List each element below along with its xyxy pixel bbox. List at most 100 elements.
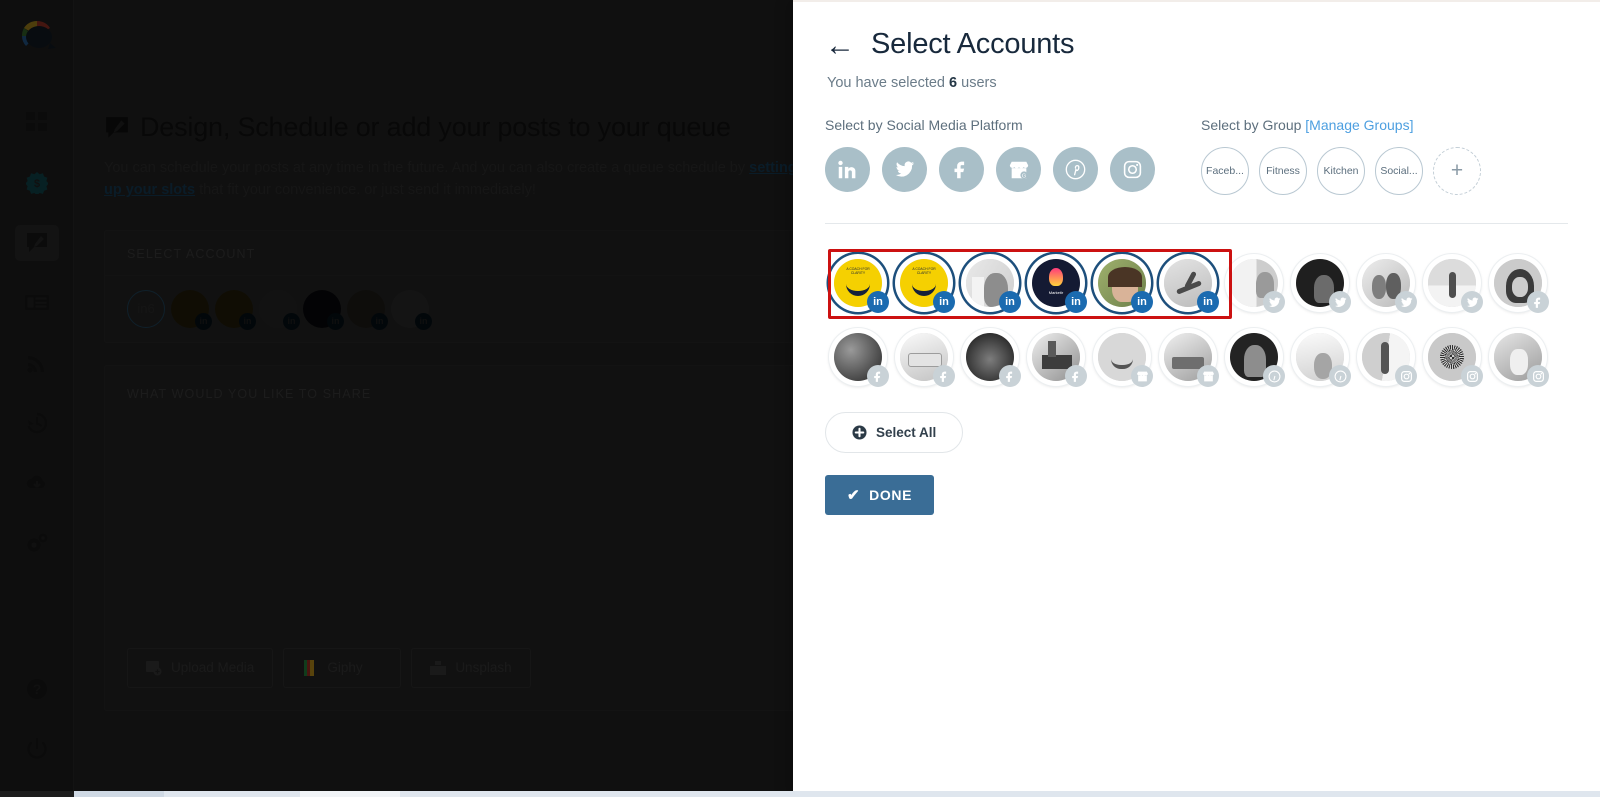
linkedin-icon xyxy=(838,160,856,179)
section-divider xyxy=(825,223,1568,224)
account-avatar-linkedin-5[interactable]: in xyxy=(1155,250,1221,316)
account-count-chip[interactable]: in 6 xyxy=(127,289,165,328)
platform-picker: Select by Social Media Platform G xyxy=(825,117,1201,195)
group-chip-0[interactable]: Faceb... xyxy=(1201,147,1249,195)
account-avatar-gmb-5[interactable] xyxy=(1155,324,1221,390)
group-chip-3[interactable]: Social... xyxy=(1375,147,1423,195)
dollar-badge-icon: $ xyxy=(25,172,48,194)
platform-instagram[interactable] xyxy=(1110,147,1155,192)
account-avatar-linkedin-2[interactable]: in xyxy=(957,250,1023,316)
account-avatar-twitter-8[interactable] xyxy=(1353,250,1419,316)
sidebar-item-queue[interactable] xyxy=(15,285,59,321)
twitter-badge-icon xyxy=(1329,291,1351,313)
sidebar-item-logout[interactable] xyxy=(15,731,59,767)
linkedin-badge-icon: in xyxy=(371,312,388,330)
question-circle-icon: ? xyxy=(26,679,47,699)
sidebar-item-history[interactable] xyxy=(15,405,59,441)
facebook-badge-icon xyxy=(933,365,955,387)
svg-text:G: G xyxy=(1021,173,1025,179)
account-avatar-instagram-8[interactable] xyxy=(1353,324,1419,390)
account-avatar-facebook-1[interactable] xyxy=(891,324,957,390)
gears-icon xyxy=(27,533,47,552)
share-label: WHAT WOULD YOU LIKE TO SHARE xyxy=(127,386,372,401)
account-avatar-linkedin-0[interactable]: A COACH FOR CLARITY in xyxy=(825,250,891,316)
giphy-icon xyxy=(304,659,315,676)
facebook-badge-icon xyxy=(999,365,1021,387)
mini-avatar[interactable]: in xyxy=(391,289,432,330)
sidebar-item-help[interactable]: ? xyxy=(15,671,59,707)
linkedin-badge-icon: in xyxy=(933,291,955,313)
account-avatar-linkedin-4[interactable]: in xyxy=(1089,250,1155,316)
drawer-header: ← Select Accounts xyxy=(825,2,1568,61)
instagram-badge-icon xyxy=(1395,365,1417,387)
account-avatar-instagram-10[interactable] xyxy=(1485,324,1551,390)
sidebar-item-settings[interactable] xyxy=(15,525,59,561)
sidebar-item-dashboard[interactable] xyxy=(15,105,59,141)
platform-twitter[interactable] xyxy=(882,147,927,192)
pinterest-icon xyxy=(1065,159,1086,180)
gmb-badge-icon xyxy=(1197,365,1219,387)
platform-facebook[interactable] xyxy=(939,147,984,192)
account-avatar-linkedin-3[interactable]: Marketir in xyxy=(1023,250,1089,316)
account-avatar-twitter-6[interactable] xyxy=(1221,250,1287,316)
sidebar-item-billing[interactable]: $ xyxy=(15,165,59,201)
account-avatar-facebook-0[interactable] xyxy=(825,324,891,390)
account-avatar-pinterest-7[interactable] xyxy=(1287,324,1353,390)
manage-groups-link[interactable]: [Manage Groups] xyxy=(1305,117,1413,133)
platform-google-my-business[interactable]: G xyxy=(996,147,1041,192)
mini-avatar[interactable]: in xyxy=(347,289,388,330)
platform-row: G xyxy=(825,147,1201,192)
mini-avatar[interactable]: in xyxy=(215,289,256,330)
selected-count-line: You have selected 6 users xyxy=(825,75,1568,91)
selected-count: 6 xyxy=(949,75,958,91)
account-avatar-pinterest-6[interactable] xyxy=(1221,324,1287,390)
desc-text-1: You can schedule your posts at any time … xyxy=(104,160,750,176)
mini-avatar[interactable]: in xyxy=(259,289,300,330)
linkedin-badge-icon: in xyxy=(1065,291,1087,313)
account-avatar-instagram-9[interactable] xyxy=(1419,324,1485,390)
facebook-badge-icon xyxy=(867,365,889,387)
select-all-button[interactable]: Select All xyxy=(825,412,964,453)
app-logo[interactable] xyxy=(16,16,58,61)
accounts-grid: A COACH FOR CLARITY in A COACH FOR CLARITY… xyxy=(825,249,1568,390)
account-avatar-linkedin-1[interactable]: A COACH FOR CLARITY in xyxy=(891,250,957,316)
twitter-badge-icon xyxy=(1263,291,1285,313)
unsplash-label: Unsplash xyxy=(455,660,512,676)
platform-linkedin[interactable] xyxy=(825,147,870,192)
linkedin-badge-icon: in xyxy=(867,291,889,313)
linkedin-badge-icon: in xyxy=(239,312,256,330)
sidebar-item-downloads[interactable] xyxy=(15,465,59,501)
group-chip-2[interactable]: Kitchen xyxy=(1317,147,1365,195)
group-chip-1[interactable]: Fitness xyxy=(1259,147,1307,195)
add-group-button[interactable]: + xyxy=(1433,147,1481,195)
mini-avatar[interactable]: in xyxy=(303,289,344,330)
compose-pencil-icon xyxy=(106,116,128,138)
group-picker: Select by Group [Manage Groups] Faceb...… xyxy=(1201,117,1568,195)
platform-pinterest[interactable] xyxy=(1053,147,1098,192)
upload-media-button[interactable]: Upload Media xyxy=(127,647,274,688)
account-avatar-facebook-2[interactable] xyxy=(957,324,1023,390)
account-avatar-twitter-7[interactable] xyxy=(1287,250,1353,316)
cloud-download-icon xyxy=(26,475,45,488)
account-avatar-gmb-4[interactable] xyxy=(1089,324,1155,390)
back-arrow-icon[interactable]: ← xyxy=(825,30,855,61)
sidebar-item-compose[interactable] xyxy=(14,225,59,261)
drawer-title: Select Accounts xyxy=(871,28,1075,60)
mini-avatar[interactable]: in xyxy=(171,289,212,330)
giphy-label: Giphy xyxy=(327,660,363,676)
linkedin-badge-icon: in xyxy=(999,291,1021,313)
history-clock-icon xyxy=(26,412,47,434)
unsplash-button[interactable]: Unsplash xyxy=(411,647,531,688)
account-avatar-twitter-9[interactable] xyxy=(1419,250,1485,316)
sidebar-item-rss[interactable] xyxy=(15,345,59,381)
done-button[interactable]: ✔ DONE xyxy=(825,475,935,515)
unsplash-icon xyxy=(430,660,447,675)
account-avatar-facebook-10[interactable] xyxy=(1485,250,1551,316)
instagram-badge-icon xyxy=(1461,365,1483,387)
page-description: You can schedule your posts at any time … xyxy=(104,157,804,202)
giphy-button[interactable]: Giphy xyxy=(283,647,402,688)
account-avatar-facebook-3[interactable] xyxy=(1023,324,1089,390)
group-row: Faceb... Fitness Kitchen Social... + xyxy=(1201,147,1568,195)
bottom-scrollbar[interactable] xyxy=(0,791,1600,797)
google-my-business-icon: G xyxy=(1009,161,1028,179)
